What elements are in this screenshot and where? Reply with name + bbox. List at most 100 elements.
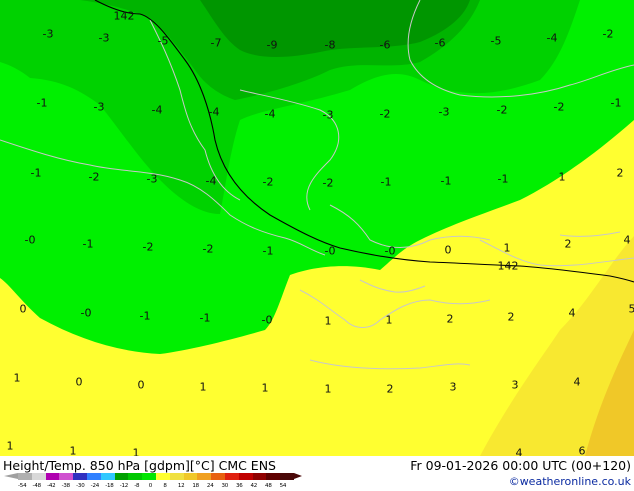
- isotherm-label: 4: [574, 377, 581, 388]
- isotherm-label: -1: [381, 177, 392, 188]
- isotherm-label: -4: [206, 176, 217, 187]
- isotherm-label: -1: [200, 313, 211, 324]
- scale-swatch: [32, 473, 46, 480]
- isotherm-label: 142: [114, 11, 135, 22]
- isotherm-label: 2: [508, 312, 515, 323]
- isotherm-label: -1: [498, 174, 509, 185]
- isotherm-label: -1: [140, 311, 151, 322]
- isotherm-label: -2: [497, 105, 508, 116]
- color-scale: [18, 473, 294, 483]
- scale-swatch: [225, 473, 239, 480]
- isotherm-label: 1: [200, 382, 207, 393]
- isotherm-label: -9: [267, 40, 278, 51]
- isotherm-label: -2: [143, 242, 154, 253]
- scale-swatch: [18, 473, 32, 480]
- scale-arrow-left-icon: [4, 473, 18, 479]
- scale-arrow-right-icon: [294, 473, 302, 479]
- isotherm-label: 2: [387, 384, 394, 395]
- isotherm-label: -2: [603, 29, 614, 40]
- isotherm-label: -4: [209, 107, 220, 118]
- map-title: Height/Temp. 850 hPa [gdpm][°C] CMC ENS: [3, 458, 276, 473]
- isotherm-label: 0: [138, 380, 145, 391]
- isotherm-label: 1: [70, 446, 77, 457]
- isotherm-label: -3: [147, 174, 158, 185]
- isotherm-label: -0: [81, 308, 92, 319]
- isotherm-label: 4: [569, 308, 576, 319]
- isotherm-label: 1: [325, 316, 332, 327]
- scale-swatch: [184, 473, 198, 480]
- isotherm-label: -1: [263, 246, 274, 257]
- isotherm-label: -2: [554, 102, 565, 113]
- isotherm-label: -8: [325, 40, 336, 51]
- isotherm-label: -4: [152, 105, 163, 116]
- isotherm-label: -0: [25, 235, 36, 246]
- scale-swatch: [115, 473, 129, 480]
- scale-swatch: [73, 473, 87, 480]
- isotherm-label: -1: [37, 98, 48, 109]
- isotherm-label: -5: [158, 36, 169, 47]
- isotherm-label: 1: [325, 384, 332, 395]
- isotherm-label: -2: [203, 244, 214, 255]
- isotherm-label: -6: [380, 40, 391, 51]
- isotherm-label: 1: [7, 441, 14, 452]
- isotherm-label: -3: [439, 107, 450, 118]
- isotherm-label: -1: [31, 168, 42, 179]
- isotherm-label: 1: [386, 315, 393, 326]
- map-footer: Height/Temp. 850 hPa [gdpm][°C] CMC ENS …: [0, 456, 634, 490]
- isotherm-label: -1: [611, 98, 622, 109]
- scale-swatch: [128, 473, 142, 480]
- scale-swatch: [239, 473, 253, 480]
- isotherm-label: -0: [325, 246, 336, 257]
- isotherm-label: -5: [491, 36, 502, 47]
- isotherm-label: 3: [512, 380, 519, 391]
- scale-swatch: [87, 473, 101, 480]
- scale-swatch: [156, 473, 170, 480]
- isotherm-label: 0: [445, 245, 452, 256]
- isotherm-label: 5: [629, 304, 634, 315]
- isotherm-label: -2: [89, 172, 100, 183]
- isotherm-label: 1: [559, 172, 566, 183]
- isotherm-label: 4: [516, 448, 523, 457]
- isotherm-label: -1: [83, 239, 94, 250]
- isotherm-label: 2: [617, 168, 624, 179]
- isotherm-label: -0: [385, 246, 396, 257]
- scale-swatch: [266, 473, 280, 480]
- credit-link[interactable]: ©weatheronline.co.uk: [509, 475, 631, 488]
- isotherm-label: -0: [262, 315, 273, 326]
- isotherm-label: -3: [323, 110, 334, 121]
- isotherm-label: 4: [624, 235, 631, 246]
- scale-swatch: [101, 473, 115, 480]
- scale-swatch: [46, 473, 60, 480]
- isotherm-label: -2: [323, 178, 334, 189]
- isotherm-label: 1: [504, 243, 511, 254]
- scale-swatch: [170, 473, 184, 480]
- isotherm-label: -2: [263, 177, 274, 188]
- isotherm-label: 1: [14, 373, 21, 384]
- isotherm-label: -3: [94, 102, 105, 113]
- isotherm-label: 2: [447, 314, 454, 325]
- scale-swatch: [142, 473, 156, 480]
- isotherm-label: 0: [76, 377, 83, 388]
- isotherm-label: 6: [579, 446, 586, 457]
- isotherm-label: -4: [265, 109, 276, 120]
- isotherm-label: -3: [43, 29, 54, 40]
- isotherm-label: 3: [450, 382, 457, 393]
- isotherm-label: 1: [262, 383, 269, 394]
- isotherm-label: -7: [211, 38, 222, 49]
- isotherm-label: -4: [547, 33, 558, 44]
- scale-swatch: [197, 473, 211, 480]
- isotherm-label: -2: [380, 109, 391, 120]
- scale-swatch: [211, 473, 225, 480]
- isotherm-label: 1: [133, 448, 140, 457]
- isotherm-label: 0: [20, 304, 27, 315]
- isotherm-label: -6: [435, 38, 446, 49]
- scale-swatch: [59, 473, 73, 480]
- weather-map: 142-3-3-5-7-9-8-6-6-5-4-2-1-3-4-4-4-3-2-…: [0, 0, 634, 456]
- isotherm-label: -3: [99, 33, 110, 44]
- temperature-field: [0, 0, 634, 456]
- scale-swatch: [280, 473, 294, 480]
- isotherm-label: 142: [498, 261, 519, 272]
- isotherm-label: 2: [565, 239, 572, 250]
- valid-time: Fr 09-01-2026 00:00 UTC (00+120): [410, 458, 631, 473]
- isotherm-label: -1: [441, 176, 452, 187]
